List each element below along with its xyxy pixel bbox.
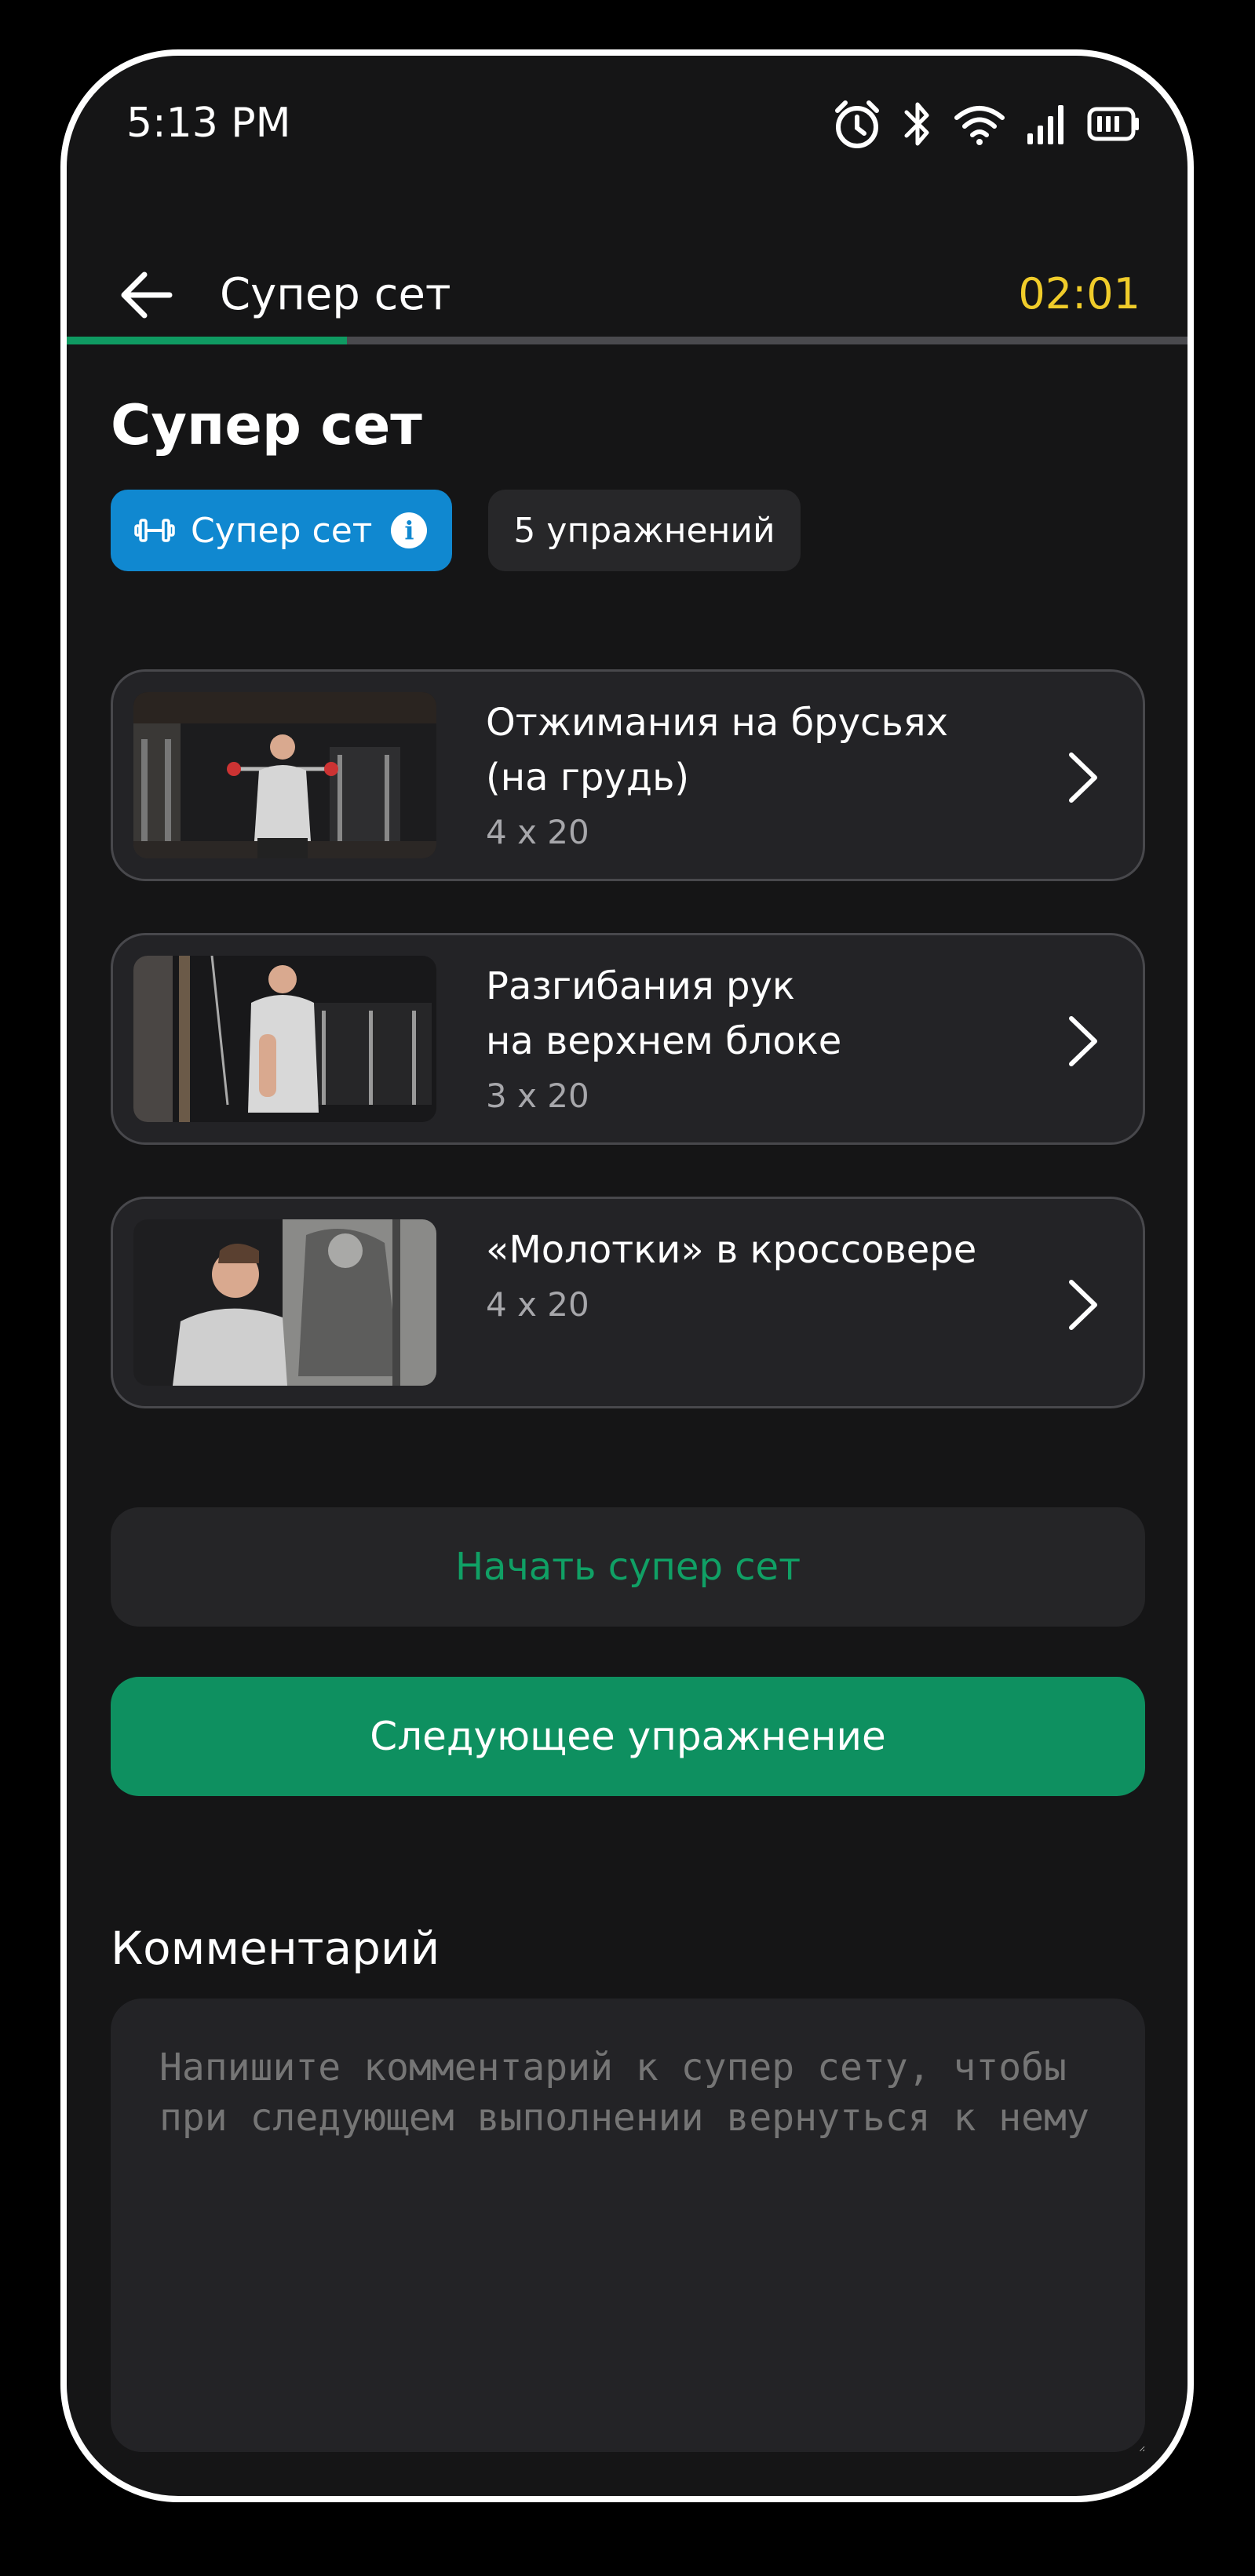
status-bar: 5:13 PM (67, 56, 1188, 181)
chevron-right-icon (1060, 750, 1107, 805)
bluetooth-icon (904, 102, 929, 146)
exercise-name: Разгибания рук на верхнем блоке (486, 964, 842, 1063)
dumbbell-icon (134, 519, 175, 542)
exercise-sets: 3 x 20 (486, 1077, 589, 1115)
start-superset-button[interactable]: Начать супер сет (111, 1507, 1145, 1627)
battery-icon (1087, 107, 1139, 141)
arrow-left-icon (121, 271, 173, 319)
signal-icon (1027, 105, 1063, 144)
superset-chip-label: Супер сет (191, 510, 373, 551)
comment-input[interactable] (111, 1998, 1145, 2452)
superset-chip[interactable]: Супер сет i (111, 490, 453, 571)
exercise-info: Разгибания рук на верхнем блоке 3 x 20 (486, 959, 1035, 1115)
exercise-thumbnail (133, 1219, 436, 1386)
comment-label: Комментарий (111, 1922, 440, 1975)
exercise-thumbnail (133, 692, 436, 858)
exercise-sets: 4 x 20 (486, 1285, 589, 1324)
info-icon[interactable]: i (391, 512, 428, 548)
phone-screen: 5:13 PM Супер сет 02:01 Супер сет Супер … (60, 49, 1194, 2502)
exercise-info: «Молотки» в кроссовере 4 x 20 (486, 1222, 1035, 1324)
exercise-name: «Молотки» в кроссовере (486, 1228, 977, 1272)
exercise-card[interactable]: Отжимания на брусьях (на грудь) 4 x 20 (111, 669, 1145, 881)
exercise-sets: 4 x 20 (486, 813, 589, 851)
app-bar-title: Супер сет (220, 269, 451, 320)
alarm-icon (835, 100, 879, 148)
chevron-right-icon (1060, 1014, 1107, 1069)
exercise-count-chip: 5 упражнений (488, 490, 801, 571)
chips-row: Супер сет i 5 упражнений (111, 490, 801, 571)
workout-progress-bar (67, 337, 1188, 344)
exercise-name: Отжимания на брусьях (на грудь) (486, 701, 949, 800)
exercise-card[interactable]: Разгибания рук на верхнем блоке 3 x 20 (111, 933, 1145, 1145)
progress-fill (67, 337, 347, 344)
status-time: 5:13 PM (126, 100, 291, 147)
chevron-right-icon (1060, 1277, 1107, 1332)
page-title: Супер сет (111, 393, 422, 457)
back-button[interactable] (114, 264, 177, 326)
wifi-icon (954, 106, 1005, 145)
exercise-info: Отжимания на брусьях (на грудь) 4 x 20 (486, 695, 1035, 851)
app-bar: Супер сет 02:01 (67, 236, 1188, 346)
exercise-card[interactable]: «Молотки» в кроссовере 4 x 20 (111, 1197, 1145, 1408)
exercise-thumbnail (133, 956, 436, 1122)
next-exercise-button[interactable]: Следующее упражнение (111, 1677, 1145, 1796)
workout-timer: 02:01 (1018, 269, 1140, 319)
status-icons (833, 97, 1140, 151)
